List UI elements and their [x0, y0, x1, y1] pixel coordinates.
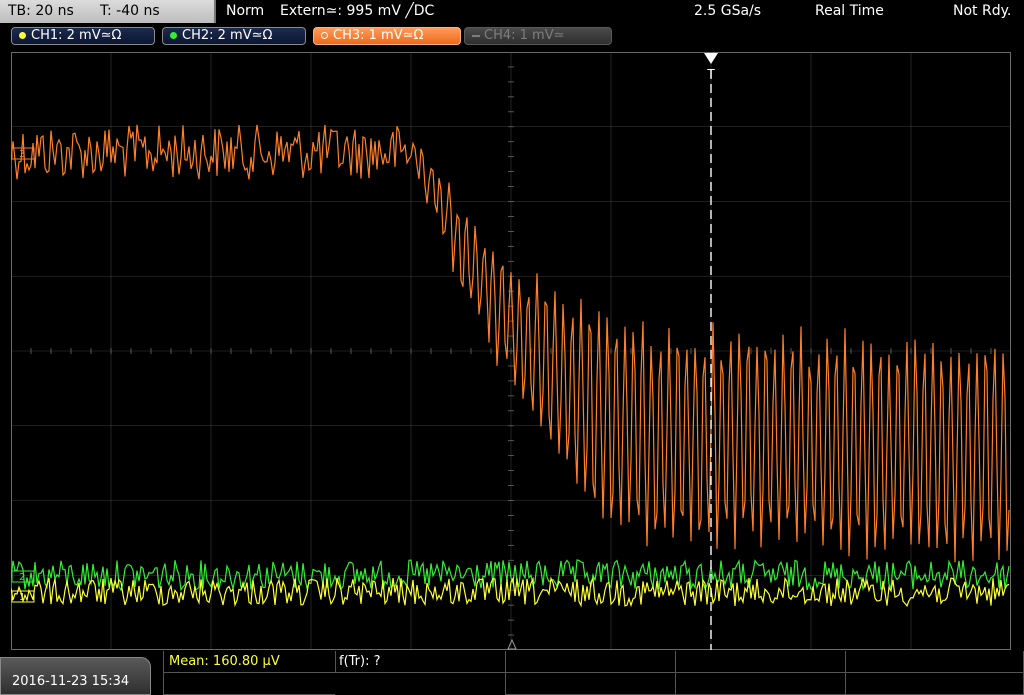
- bottom-bar: 2016-11-23 15:34 Mean: 160.80 µV f(Tr): …: [0, 651, 1024, 695]
- ch2-indicator-icon: [170, 32, 177, 39]
- meas-cell-3[interactable]: [505, 651, 675, 673]
- trigger-source-label[interactable]: Extern≃: 995 mV ╱DC: [280, 3, 434, 19]
- ch3-waveform: [11, 124, 1010, 563]
- ch2-marker-label: 2: [19, 572, 25, 583]
- status-bar: TB: 20 ns T: -40 ns Norm Extern≃: 995 mV…: [0, 0, 1024, 24]
- meas-cell-4[interactable]: [675, 651, 845, 673]
- ch3-label: CH3: 1 mV≃Ω: [333, 28, 424, 43]
- datetime-panel: 2016-11-23 15:34: [0, 657, 151, 695]
- sample-rate-label[interactable]: 2.5 GSa/s: [694, 3, 761, 19]
- ch4-label: CH4: 1 mV≃: [484, 28, 565, 43]
- meas-cell-6[interactable]: [163, 673, 335, 695]
- tab-ch2[interactable]: CH2: 2 mV≃Ω: [162, 27, 306, 45]
- trigger-time-label[interactable]: T: -40 ns: [100, 3, 160, 19]
- timebase-panel[interactable]: TB: 20 ns T: -40 ns: [0, 0, 216, 23]
- mean-measurement: Mean: 160.80 µV: [169, 654, 280, 669]
- datetime-label: 2016-11-23 15:34: [12, 674, 130, 689]
- ch4-indicator-icon: [472, 35, 480, 37]
- rise-frequency-measurement: f(Tr): ?: [339, 654, 381, 669]
- horizontal-position-icon[interactable]: [507, 638, 517, 650]
- trigger-mode-label[interactable]: Norm: [226, 3, 264, 19]
- meas-cell-5[interactable]: [845, 651, 1024, 673]
- channel-bar: CH1: 2 mV≃Ω CH2: 2 mV≃Ω CH3: 1 mV≃Ω CH4:…: [0, 24, 1024, 48]
- meas-cell-8[interactable]: [675, 673, 845, 695]
- waveform-svg: T 3 2 1: [11, 52, 1011, 650]
- ch1-marker-label: 1: [19, 592, 25, 603]
- trigger-arrow-icon[interactable]: [704, 53, 718, 64]
- ch3-indicator-icon: [321, 32, 328, 39]
- ch3-marker-label: 3: [19, 149, 25, 160]
- timebase-label[interactable]: TB: 20 ns: [8, 3, 74, 19]
- measurement-panel[interactable]: Mean: 160.80 µV f(Tr): ?: [163, 651, 1024, 695]
- graticule: [11, 52, 1011, 650]
- tab-ch3[interactable]: CH3: 1 mV≃Ω: [313, 27, 461, 45]
- ch2-label: CH2: 2 mV≃Ω: [182, 28, 273, 43]
- tab-ch4[interactable]: CH4: 1 mV≃: [464, 27, 612, 45]
- meas-cell-7[interactable]: [505, 673, 675, 695]
- waveform-display[interactable]: T 3 2 1: [11, 52, 1011, 650]
- ch1-label: CH1: 2 mV≃Ω: [31, 28, 122, 43]
- acquisition-mode-label[interactable]: Real Time: [815, 3, 884, 19]
- meas-cell-9[interactable]: [845, 673, 1024, 695]
- run-state-label[interactable]: Not Rdy.: [953, 3, 1011, 19]
- trigger-marker-label: T: [706, 67, 715, 81]
- ch1-indicator-icon: [19, 32, 26, 39]
- tab-ch1[interactable]: CH1: 2 mV≃Ω: [11, 27, 155, 45]
